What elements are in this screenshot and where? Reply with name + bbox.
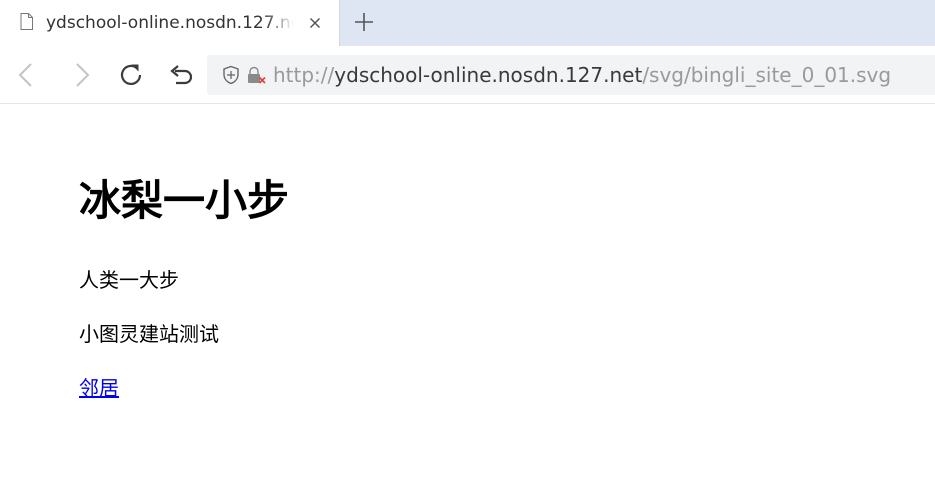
reload-icon[interactable] xyxy=(116,60,146,90)
active-tab[interactable]: ydschool-online.nosdn.127.net/svg/bingli… xyxy=(0,0,340,46)
page-content: 冰梨一小步 人类一大步 小图灵建站测试 邻居 xyxy=(0,104,935,479)
url-domain: ydschool-online.nosdn.127.net xyxy=(334,63,643,87)
paragraph-2: 小图灵建站测试 xyxy=(79,322,219,346)
undo-icon[interactable] xyxy=(166,60,196,90)
lock-icon[interactable] xyxy=(245,65,267,85)
back-arrow-icon[interactable] xyxy=(12,60,42,90)
url-text[interactable]: http://ydschool-online.nosdn.127.net/svg… xyxy=(273,63,891,87)
browser-window: ydschool-online.nosdn.127.net/svg/bingli… xyxy=(0,0,935,479)
paragraph-1: 人类一大步 xyxy=(79,268,179,292)
page-heading: 冰梨一小步 xyxy=(79,176,290,225)
forward-arrow-icon[interactable] xyxy=(66,60,96,90)
url-path: /svg/bingli_site_0_01.svg xyxy=(642,63,892,87)
neighbor-link[interactable]: 邻居 xyxy=(79,375,119,401)
address-bar[interactable]: http://ydschool-online.nosdn.127.net/svg… xyxy=(207,55,935,95)
url-scheme: http:// xyxy=(273,63,335,87)
tab-title: ydschool-online.nosdn.127.net/svg/bingli… xyxy=(46,13,294,33)
shield-icon[interactable] xyxy=(221,65,241,85)
new-tab-plus-icon[interactable] xyxy=(352,10,376,34)
file-icon xyxy=(20,13,33,30)
close-icon[interactable] xyxy=(305,13,325,33)
navigation-toolbar: http://ydschool-online.nosdn.127.net/svg… xyxy=(0,46,935,104)
tab-strip: ydschool-online.nosdn.127.net/svg/bingli… xyxy=(0,0,935,46)
